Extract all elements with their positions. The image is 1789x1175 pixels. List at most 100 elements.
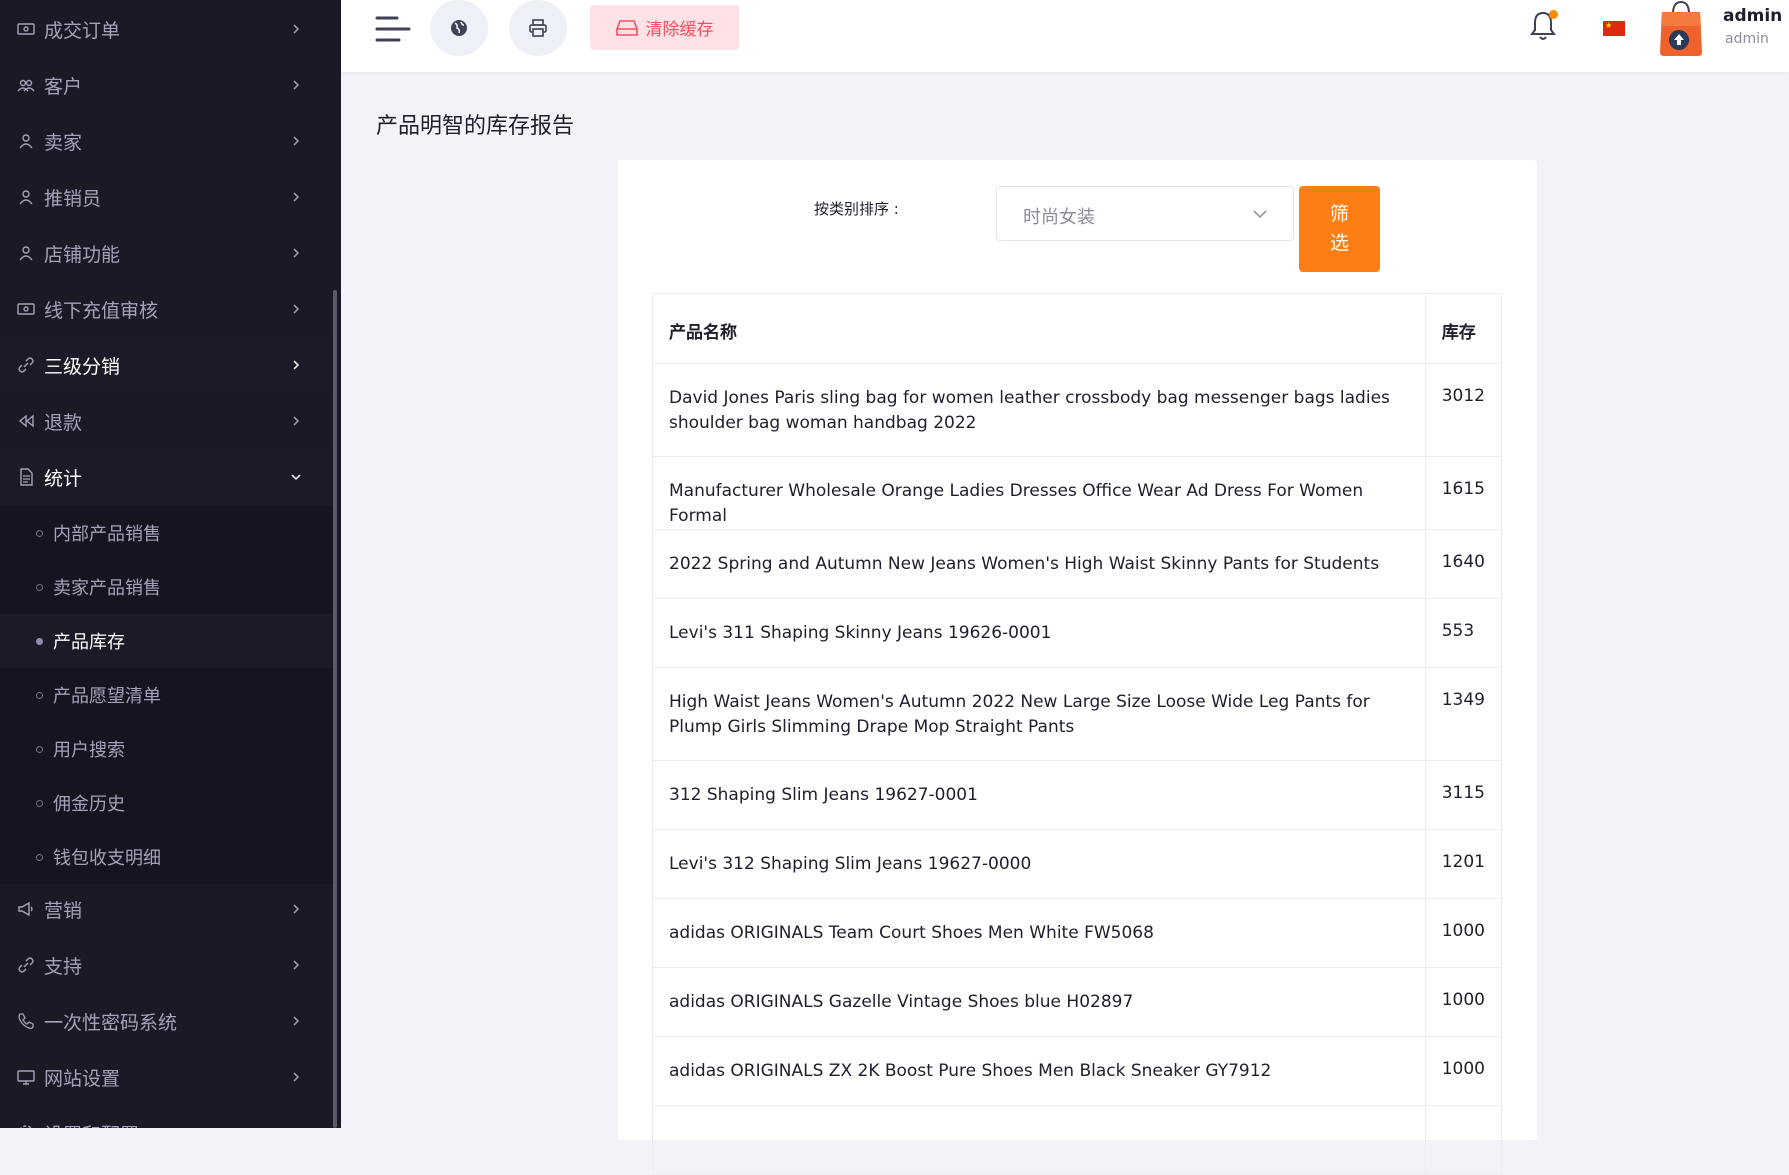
page-title: 产品明智的库存报告	[376, 114, 575, 139]
sidebar-item-label: 店铺功能	[44, 243, 121, 266]
column-header-stock: 库存	[1424, 293, 1503, 364]
table-row: Manufacturer Wholesale Orange Ladies Dre…	[652, 456, 1503, 530]
bullet-icon	[36, 799, 43, 807]
filter-button[interactable]: 筛 选	[1299, 186, 1380, 272]
sidebar-item-statistics[interactable]: 统计	[0, 449, 336, 505]
product-name-cell: High Waist Jeans Women's Autumn 2022 New…	[652, 667, 1426, 761]
sidebar-item-label: 营销	[44, 899, 83, 922]
bullet-icon	[36, 583, 43, 591]
sidebar-subitem-label: 内部产品销售	[53, 524, 161, 545]
sidebar-subitem-label: 佣金历史	[53, 794, 125, 815]
sidebar-item-label: 客户	[44, 75, 83, 98]
menu-toggle-icon[interactable]	[375, 12, 411, 48]
sidebar-subitem-label: 钱包收支明细	[53, 848, 161, 869]
user-name[interactable]: admin	[1723, 6, 1782, 26]
stock-cell: 1000	[1424, 898, 1503, 968]
table-row: Levi's 312 Shaping Slim Jeans 19627-0000…	[652, 829, 1503, 899]
bullet-icon	[36, 637, 43, 645]
table-row: adidas ORIGINALS Team Court Shoes Men Wh…	[652, 898, 1503, 968]
sidebar-subitem-wishlist[interactable]: 产品愿望清单	[0, 668, 336, 722]
table-row	[652, 1105, 1503, 1175]
sidebar-item-salesmen[interactable]: 推销员	[0, 169, 336, 225]
filter-button-label: 筛	[1329, 203, 1349, 225]
stock-cell: 1640	[1424, 529, 1503, 599]
bullet-icon	[36, 745, 43, 753]
category-select[interactable]: 时尚女装	[996, 186, 1294, 241]
sidebar-item-marketing[interactable]: 营销	[0, 881, 336, 937]
sidebar-subitem-seller-sales[interactable]: 卖家产品销售	[0, 560, 336, 614]
product-name-cell: adidas ORIGINALS ZX 2K Boost Pure Shoes …	[652, 1036, 1426, 1106]
sidebar-subitem-commission-history[interactable]: 佣金历史	[0, 776, 336, 830]
stock-report-card: 按类别排序 : 时尚女装 筛 选 产品名称 库存 David Jones Par…	[618, 160, 1537, 1175]
sort-label: 按类别排序 :	[814, 200, 899, 218]
bullet-icon	[36, 853, 43, 861]
stock-cell: 3012	[1424, 363, 1503, 457]
product-name-cell: David Jones Paris sling bag for women le…	[652, 363, 1426, 457]
sidebar-subitem-wallet-details[interactable]: 钱包收支明细	[0, 830, 336, 884]
sidebar-subitem-user-search[interactable]: 用户搜索	[0, 722, 336, 776]
sidebar-item-support[interactable]: 支持	[0, 937, 336, 993]
stock-cell: 1201	[1424, 829, 1503, 899]
sidebar-item-otp-system[interactable]: 一次性密码系统	[0, 993, 336, 1049]
chevron-right-icon	[293, 192, 300, 202]
sidebar-item-site-settings[interactable]: 网站设置	[0, 1049, 336, 1105]
sidebar-scrollbar[interactable]	[333, 290, 337, 1128]
table-row: adidas ORIGINALS ZX 2K Boost Pure Shoes …	[652, 1036, 1503, 1106]
table-row: 2022 Spring and Autumn New Jeans Women's…	[652, 529, 1503, 599]
table-row: David Jones Paris sling bag for women le…	[652, 363, 1503, 457]
chevron-right-icon	[293, 360, 300, 370]
table-row: High Waist Jeans Women's Autumn 2022 New…	[652, 667, 1503, 761]
chevron-right-icon	[293, 304, 300, 314]
stock-cell: 1349	[1424, 667, 1503, 761]
sidebar-item-label: 网站设置	[44, 1067, 121, 1090]
printer-icon	[529, 19, 547, 37]
sidebar-item-config[interactable]: 设置和配置	[0, 1105, 336, 1128]
user-icon	[16, 131, 36, 151]
sidebar-item-label: 支持	[44, 955, 83, 978]
link-icon	[16, 355, 36, 375]
sidebar-item-customers[interactable]: 客户	[0, 57, 336, 113]
table-row: 312 Shaping Slim Jeans 19627-0001 3115	[652, 760, 1503, 830]
chevron-right-icon	[293, 1072, 300, 1082]
bullet-icon	[36, 529, 43, 537]
users-icon	[16, 75, 36, 95]
shop-bag-avatar[interactable]	[1658, 0, 1704, 56]
product-name-cell: Manufacturer Wholesale Orange Ladies Dre…	[652, 456, 1426, 530]
sidebar-subitem-product-stock[interactable]: 产品库存	[0, 614, 336, 668]
clear-cache-button[interactable]: 清除缓存	[590, 5, 739, 50]
sidebar-item-label: 卖家	[44, 131, 83, 154]
notification-badge	[1549, 10, 1558, 19]
megaphone-icon	[16, 899, 36, 919]
product-name-cell: 312 Shaping Slim Jeans 19627-0001	[652, 760, 1426, 830]
sidebar-subitem-label: 卖家产品销售	[53, 578, 161, 599]
column-header-product-name: 产品名称	[652, 293, 1426, 364]
globe-button[interactable]	[430, 0, 488, 56]
phone-icon	[16, 1011, 36, 1031]
language-flag-icon[interactable]: ★	[1603, 21, 1625, 36]
backward-icon	[16, 411, 36, 431]
print-button[interactable]	[509, 0, 567, 56]
sidebar-item-distribution[interactable]: 三级分销	[0, 337, 336, 393]
sidebar-item-label: 退款	[44, 411, 83, 434]
chevron-right-icon	[293, 1016, 300, 1026]
sidebar-item-label: 线下充值审核	[44, 299, 159, 322]
sidebar-subitem-label: 产品愿望清单	[53, 686, 161, 707]
table-row: adidas ORIGINALS Gazelle Vintage Shoes b…	[652, 967, 1503, 1037]
sidebar-item-refunds[interactable]: 退款	[0, 393, 336, 449]
chevron-right-icon	[293, 960, 300, 970]
sidebar-item-label: 三级分销	[44, 355, 121, 378]
sidebar-item-shop-features[interactable]: 店铺功能	[0, 225, 336, 281]
stock-table: 产品名称 库存 David Jones Paris sling bag for …	[652, 293, 1503, 1175]
stock-cell: 1000	[1424, 1036, 1503, 1106]
chevron-right-icon	[293, 80, 300, 90]
sidebar-item-sellers[interactable]: 卖家	[0, 113, 336, 169]
globe-icon	[451, 20, 467, 36]
sidebar-item-orders[interactable]: 成交订单	[0, 1, 336, 57]
sidebar-item-offline-recharge[interactable]: 线下充值审核	[0, 281, 336, 337]
product-name-cell: 2022 Spring and Autumn New Jeans Women's…	[652, 529, 1426, 599]
notifications-button[interactable]	[1530, 10, 1558, 42]
table-header-row: 产品名称 库存	[652, 293, 1503, 364]
sidebar-subitem-internal-sales[interactable]: 内部产品销售	[0, 506, 336, 560]
money-icon	[16, 19, 36, 39]
product-name-cell: adidas ORIGINALS Team Court Shoes Men Wh…	[652, 898, 1426, 968]
